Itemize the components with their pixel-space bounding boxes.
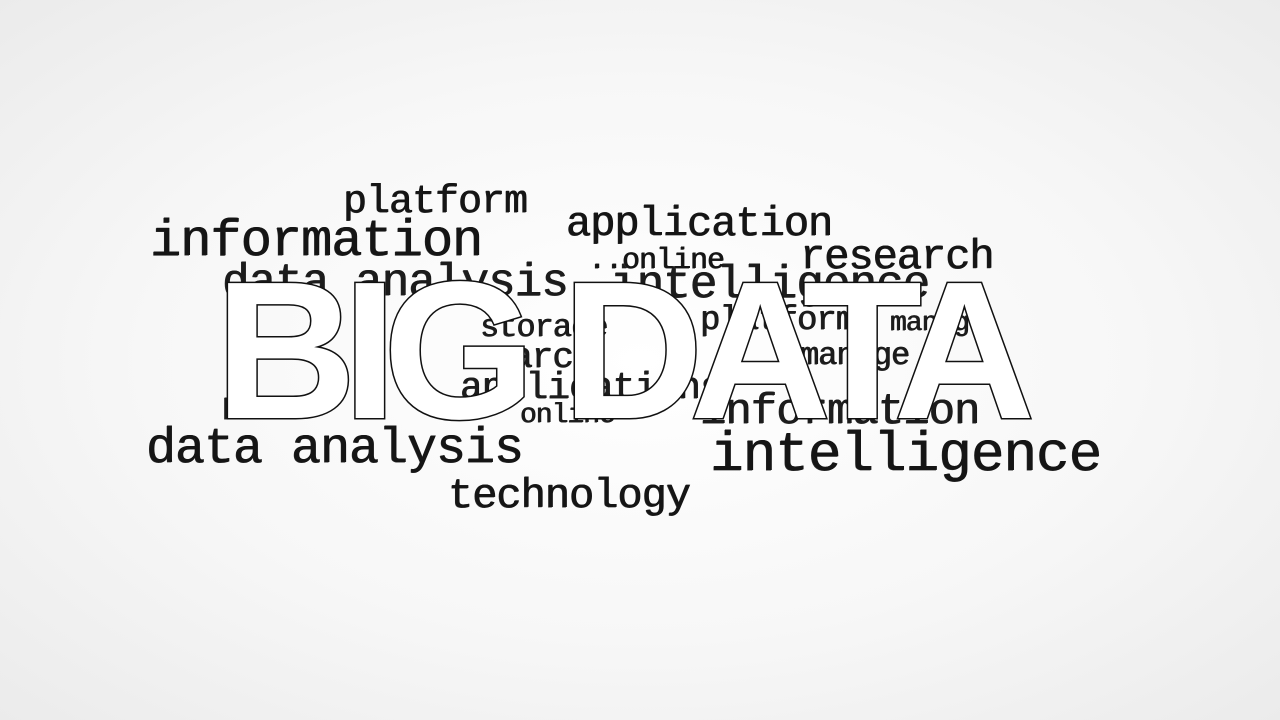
headline-text: BIG DATA xyxy=(215,250,1031,450)
big-data-headline: BIG DATA xyxy=(214,250,1047,450)
word-application: application xyxy=(566,200,833,248)
